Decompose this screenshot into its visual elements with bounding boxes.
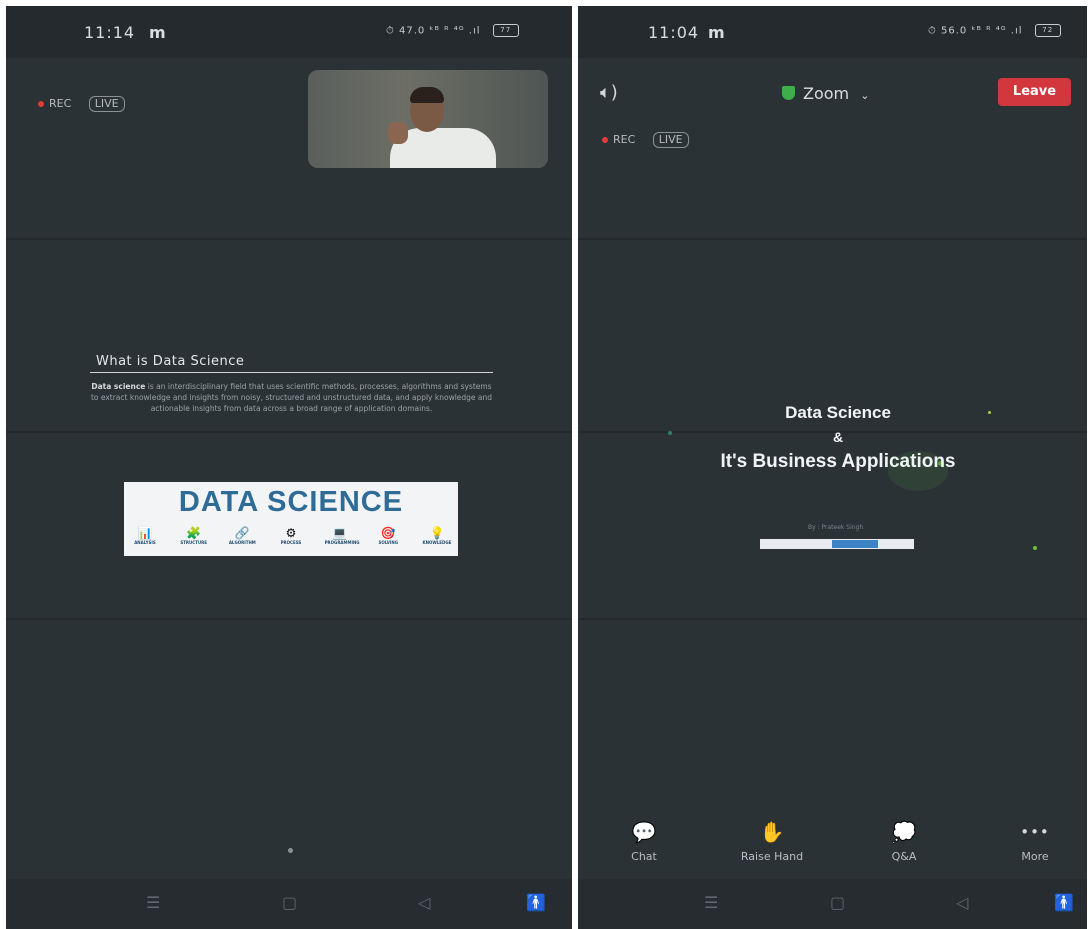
programming-icon: 💻 PROGRAMMING: [324, 526, 360, 545]
network-indicators: ⏱ 56.0 ᵏᴮ ᴿ ⁴ᴳ .ıl: [928, 25, 1023, 37]
banner-icon-row: 📊 ANALYSIS 🧩 STRUCTURE 🔗 ALGORITHM ⚙ PROCESS…: [130, 526, 452, 546]
shield-icon: [782, 86, 795, 100]
meeting-info-dropdown[interactable]: Zoom ⌄: [782, 84, 869, 103]
right-phone-screen: 11:04 m ⏱ 56.0 ᵏᴮ ᴿ ⁴ᴳ .ıl 72 🔈︎) Zoom ⌄…: [578, 6, 1087, 929]
status-time: 11:14: [84, 23, 136, 42]
status-indicators: ⏱ 47.0 ᵏᴮ ᴿ ⁴ᴳ .ıl 77: [386, 24, 519, 37]
leave-button[interactable]: Leave: [998, 78, 1071, 106]
qa-icon: 💭: [891, 820, 917, 844]
cover-title-line3: It's Business Applications: [720, 451, 956, 472]
raise-hand-icon: ✋: [759, 820, 785, 844]
menu-icon[interactable]: ☰: [146, 893, 160, 912]
meeting-name: Zoom: [803, 84, 850, 103]
slide-heading: What is Data Science: [96, 354, 245, 369]
qa-button[interactable]: 💭 Q&A: [864, 818, 944, 863]
knowledge-icon: 💡 KNOWLEDGE: [422, 526, 452, 545]
record-dot-icon: [38, 101, 44, 107]
speaker-video-thumbnail[interactable]: [308, 70, 548, 168]
accessibility-icon[interactable]: 🚹: [1054, 893, 1074, 912]
status-time: 11:04: [648, 23, 700, 42]
recording-indicator: REC LIVE: [602, 132, 689, 148]
live-badge: LIVE: [88, 96, 125, 112]
carrier-icon: m: [708, 23, 726, 42]
raise-hand-label: Raise Hand: [740, 850, 804, 863]
battery-icon: 72: [1034, 24, 1061, 37]
process-icon: ⚙ PROCESS: [280, 526, 302, 545]
back-icon[interactable]: ◁: [956, 893, 968, 912]
live-badge: LIVE: [652, 132, 689, 148]
home-icon[interactable]: ▢: [282, 893, 297, 912]
android-nav-bar: ☰ ▢ ◁ 🚹: [6, 879, 572, 929]
solving-icon: 🎯 SOLVING: [378, 526, 399, 545]
meeting-toolbar: 💬 Chat ✋ Raise Hand 💭 Q&A ••• More: [578, 818, 1087, 874]
structure-icon: 🧩 STRUCTURE: [180, 526, 207, 545]
status-indicators: ⏱ 56.0 ᵏᴮ ᴿ ⁴ᴳ .ıl 72: [928, 24, 1061, 37]
left-phone-screen: 11:14 m ⏱ 47.0 ᵏᴮ ᴿ ⁴ᴳ .ıl 77 REC LIVE W…: [6, 6, 572, 929]
battery-icon: 77: [492, 24, 519, 37]
cover-title-ampersand: &: [832, 429, 844, 445]
accessibility-icon[interactable]: 🚹: [526, 893, 546, 912]
analysis-icon: 📊 ANALYSIS: [134, 526, 156, 545]
status-bar: 11:04 m ⏱ 56.0 ᵏᴮ ᴿ ⁴ᴳ .ıl 72: [578, 6, 1087, 58]
chevron-down-icon: ⌄: [860, 89, 870, 102]
android-nav-bar: ☰ ▢ ◁ 🚹: [578, 879, 1087, 929]
speaker-icon[interactable]: 🔈︎): [600, 82, 618, 103]
cover-author: By : Prateek Singh: [808, 524, 864, 531]
slide-body-bold: Data science: [91, 382, 146, 391]
network-indicators: ⏱ 47.0 ᵏᴮ ᴿ ⁴ᴳ .ıl: [386, 25, 481, 37]
rec-label: REC: [49, 97, 72, 110]
banner-title: DATA SCIENCE: [178, 486, 404, 518]
algorithm-icon: 🔗 ALGORITHM: [228, 526, 256, 545]
qa-label: Q&A: [891, 850, 917, 863]
carrier-icon: m: [149, 23, 167, 42]
slide-divider: [90, 372, 493, 373]
slide-body-text: Data science is an interdisciplinary fie…: [90, 381, 493, 414]
menu-icon[interactable]: ☰: [704, 893, 718, 912]
status-bar: 11:14 m ⏱ 47.0 ᵏᴮ ᴿ ⁴ᴳ .ıl 77: [6, 6, 572, 58]
cover-link-strip: [760, 539, 914, 549]
back-icon[interactable]: ◁: [418, 893, 430, 912]
touch-pointer: [288, 848, 293, 853]
chat-label: Chat: [631, 850, 657, 863]
rec-label: REC: [613, 133, 636, 146]
more-button[interactable]: ••• More: [995, 818, 1075, 863]
cover-title-line1: Data Science: [785, 403, 891, 422]
record-dot-icon: [602, 137, 608, 143]
more-icon: •••: [1020, 823, 1050, 841]
recording-indicator: REC LIVE: [38, 96, 125, 112]
chat-button[interactable]: 💬 Chat: [604, 818, 684, 863]
home-icon[interactable]: ▢: [830, 893, 845, 912]
slide-body-rest: is an interdisciplinary field that uses …: [90, 382, 493, 413]
screenshot-composite: 11:14 m ⏱ 47.0 ᵏᴮ ᴿ ⁴ᴳ .ıl 77 REC LIVE W…: [0, 0, 1091, 929]
chat-icon: 💬: [631, 820, 657, 844]
data-science-banner: DATA SCIENCE 📊 ANALYSIS 🧩 STRUCTURE 🔗 ALGOR…: [124, 482, 458, 556]
raise-hand-button[interactable]: ✋ Raise Hand: [732, 818, 812, 863]
more-label: More: [1021, 850, 1049, 863]
presentation-cover-slide: Data Science & It's Business Application…: [638, 351, 1038, 591]
